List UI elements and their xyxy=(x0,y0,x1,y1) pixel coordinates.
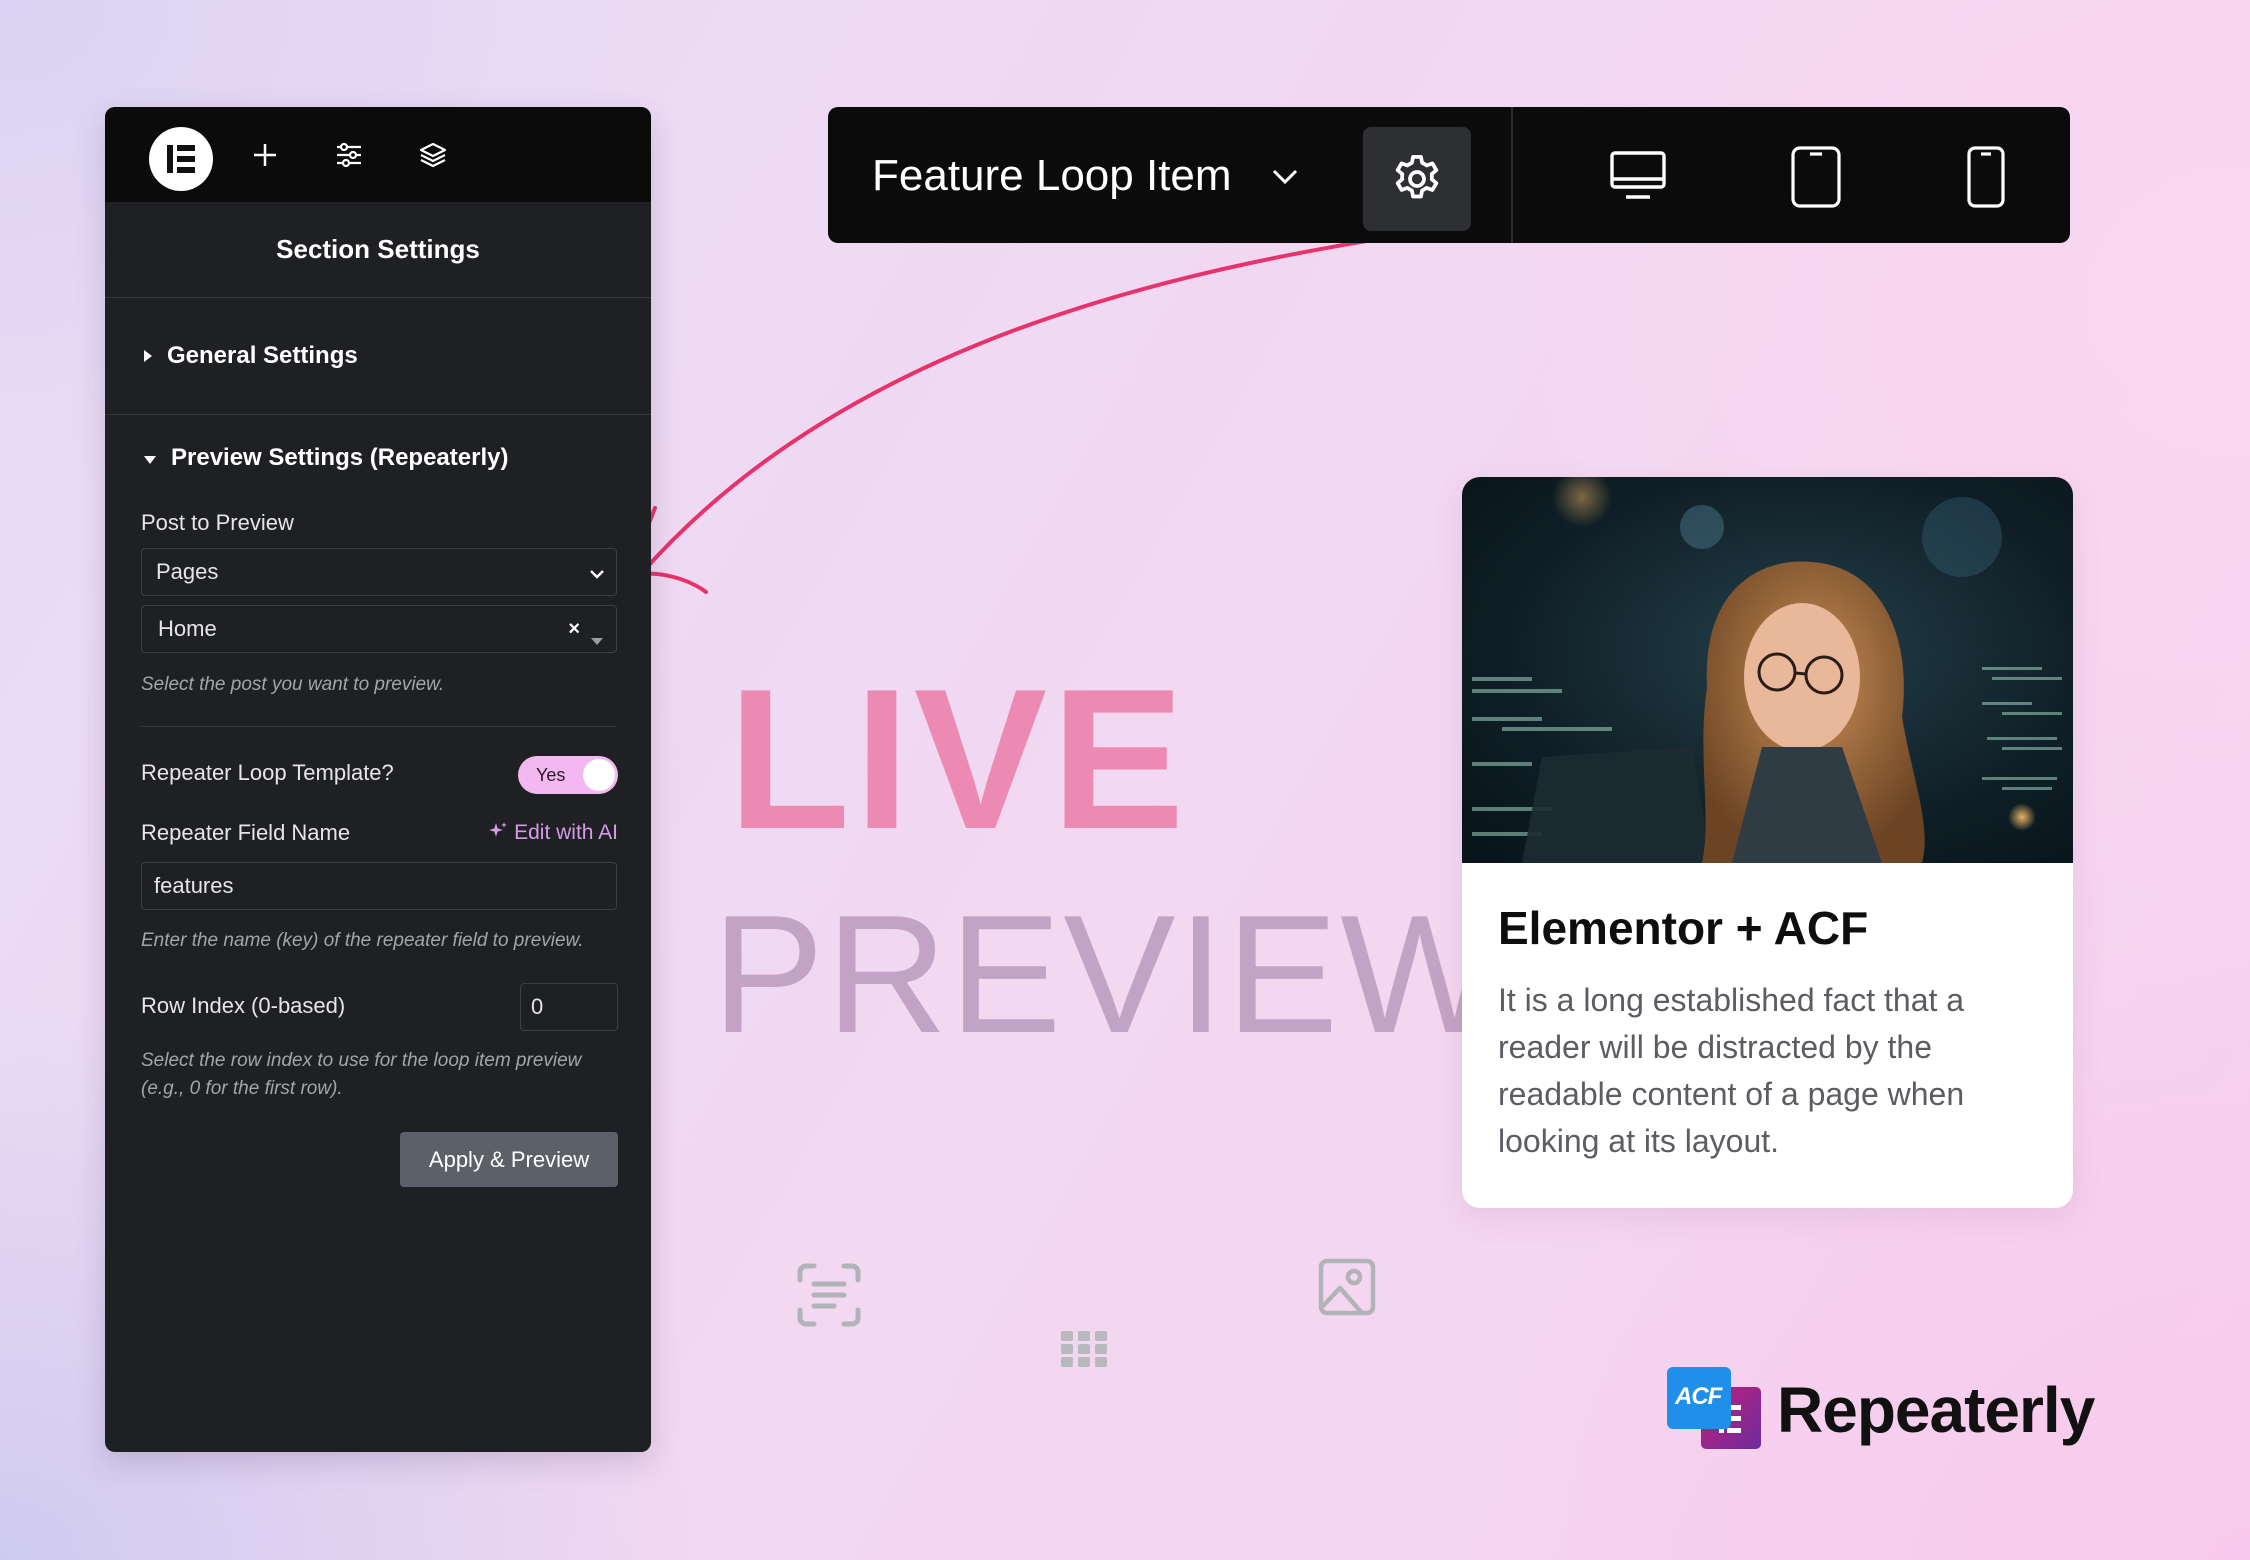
repeater-field-value: features xyxy=(154,873,234,898)
sparkle-icon xyxy=(488,820,508,846)
repeater-loop-toggle[interactable]: Yes xyxy=(518,756,618,794)
toggle-yes-label: Yes xyxy=(536,764,566,785)
toggle-knob xyxy=(583,759,615,791)
panel-topbar xyxy=(105,107,651,202)
add-icon[interactable] xyxy=(247,137,283,173)
editor-panel: Section Settings General Settings Previe… xyxy=(105,107,651,1452)
chevron-down-icon[interactable] xyxy=(1268,159,1302,198)
edit-with-ai-label: Edit with AI xyxy=(514,821,618,844)
top-toolbar: Feature Loop Item xyxy=(828,107,2070,243)
repeater-field-input[interactable]: features xyxy=(141,862,617,910)
template-title[interactable]: Feature Loop Item xyxy=(872,151,1232,201)
card-body: It is a long established fact that a rea… xyxy=(1498,982,1965,1159)
elementor-logo-icon[interactable] xyxy=(149,127,213,191)
toolbar-divider xyxy=(1511,107,1513,243)
edit-with-ai-link[interactable]: Edit with AI xyxy=(488,820,618,846)
caret-right-icon xyxy=(143,342,153,370)
row-index-help-line-1: Select the row index to use for the loop… xyxy=(141,1050,582,1071)
post-select[interactable]: Home × xyxy=(141,605,617,653)
dropdown-arrow-icon xyxy=(590,626,604,652)
card-title: Elementor + ACF xyxy=(1498,902,1869,954)
desktop-icon[interactable] xyxy=(1608,145,1668,210)
brand-badge-text: ACF xyxy=(1675,1383,1722,1410)
row-index-help-text: Select the row index to use for the loop… xyxy=(141,1047,581,1103)
brand-name: Repeaterly xyxy=(1777,1374,2095,1446)
gear-icon[interactable] xyxy=(1363,127,1471,231)
image-icon xyxy=(1318,1258,1376,1321)
general-settings-label: General Settings xyxy=(167,342,358,369)
brand-logo: ACF Repeaterly xyxy=(1667,1365,2095,1455)
post-to-preview-label: Post to Preview xyxy=(141,510,294,535)
row-index-value: 0 xyxy=(531,994,544,1019)
post-type-select[interactable]: Pages xyxy=(141,548,617,596)
grid-icon xyxy=(1061,1331,1107,1372)
mobile-icon[interactable] xyxy=(1966,145,2006,214)
repeater-loop-label: Repeater Loop Template? xyxy=(141,760,394,785)
general-settings-section[interactable]: General Settings xyxy=(105,298,651,415)
preview-settings-label: Preview Settings (Repeaterly) xyxy=(171,444,509,471)
preview-settings-section[interactable]: Preview Settings (Repeaterly) xyxy=(105,415,651,501)
repeater-field-help-text: Enter the name (key) of the repeater fie… xyxy=(141,930,584,951)
post-help-text: Select the post you want to preview. xyxy=(141,674,445,695)
settings-sliders-icon[interactable] xyxy=(331,137,367,173)
caret-down-icon xyxy=(143,444,157,472)
post-value: Home xyxy=(158,616,217,641)
card-image xyxy=(1462,477,2073,863)
apply-preview-button[interactable]: Apply & Preview xyxy=(400,1132,618,1187)
preview-heading: PREVIEW xyxy=(712,880,1501,1068)
divider xyxy=(141,726,617,727)
repeater-field-label: Repeater Field Name xyxy=(141,820,351,845)
clear-icon[interactable]: × xyxy=(568,618,580,641)
row-index-help-line-2: (e.g., 0 for the first row). xyxy=(141,1078,343,1099)
row-index-label: Row Index (0-based) xyxy=(141,993,346,1018)
layers-icon[interactable] xyxy=(415,137,451,173)
loop-item-card: Elementor + ACF It is a long established… xyxy=(1462,477,2073,1208)
panel-title: Section Settings xyxy=(105,202,651,298)
scan-text-icon xyxy=(796,1262,862,1333)
live-heading: LIVE xyxy=(728,648,1189,871)
chevron-down-icon xyxy=(588,563,606,589)
tablet-icon[interactable] xyxy=(1790,145,1842,214)
post-type-value: Pages xyxy=(156,559,219,584)
row-index-input[interactable]: 0 xyxy=(520,983,618,1031)
